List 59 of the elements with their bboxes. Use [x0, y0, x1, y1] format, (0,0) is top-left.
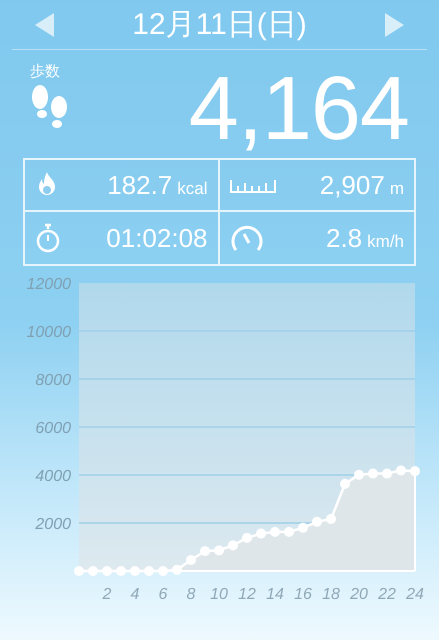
- data-point: [326, 514, 336, 524]
- data-point: [396, 465, 406, 476]
- data-point: [200, 546, 210, 556]
- x-tick-label: 10: [210, 586, 228, 603]
- x-tick-label: 16: [294, 586, 312, 603]
- x-tick-label: 24: [406, 586, 424, 603]
- stat-unit: km/h: [367, 233, 404, 250]
- data-point: [88, 566, 98, 576]
- x-tick-label: 20: [350, 586, 368, 603]
- y-tick-label: 12000: [26, 276, 71, 293]
- data-point: [172, 564, 182, 575]
- y-tick-label: 2000: [35, 516, 71, 533]
- data-point: [340, 478, 350, 489]
- stat-unit: kcal: [177, 180, 208, 197]
- data-point: [382, 468, 392, 479]
- data-point: [270, 526, 280, 537]
- data-point: [158, 566, 168, 576]
- data-point: [144, 566, 154, 576]
- data-point: [354, 470, 364, 480]
- data-point: [116, 566, 126, 576]
- x-tick-label: 8: [186, 586, 196, 603]
- x-tick-label: 14: [266, 586, 284, 603]
- x-tick-label: 18: [322, 586, 340, 603]
- stat-unit: m: [390, 180, 404, 197]
- data-point: [298, 522, 308, 533]
- x-tick-label: 2: [102, 586, 112, 603]
- data-point: [130, 566, 140, 576]
- steps-label: 歩数: [30, 64, 60, 79]
- footprints-icon: [30, 83, 70, 131]
- data-point: [284, 526, 294, 537]
- data-point: [228, 540, 238, 550]
- stat-value: 182.7: [107, 172, 172, 198]
- x-tick-label: 6: [158, 586, 168, 603]
- data-point: [410, 466, 420, 476]
- x-tick-label: 12: [238, 586, 256, 603]
- data-point: [186, 554, 196, 565]
- speedometer-icon: [230, 224, 264, 252]
- data-point: [102, 566, 112, 576]
- stopwatch-icon: [35, 223, 61, 253]
- y-tick-label: 4000: [35, 468, 71, 485]
- y-tick-label: 8000: [35, 372, 71, 389]
- date-title: 12月11日(日): [132, 10, 307, 40]
- data-point: [256, 528, 266, 539]
- data-point: [74, 566, 84, 576]
- data-point: [312, 516, 322, 527]
- data-point: [368, 468, 378, 479]
- x-tick-label: 4: [130, 586, 140, 603]
- x-tick-label: 22: [378, 586, 396, 603]
- ruler-icon: [230, 177, 276, 193]
- next-day-button[interactable]: [383, 12, 405, 38]
- stat-value: 2.8: [326, 225, 362, 251]
- y-tick-label: 10000: [26, 324, 71, 341]
- y-tick-label: 6000: [35, 420, 71, 437]
- data-point: [242, 532, 252, 543]
- previous-day-button[interactable]: [34, 12, 56, 38]
- stat-value: 01:02:08: [106, 225, 208, 251]
- stat-value: 2,907: [320, 172, 385, 198]
- data-point: [214, 545, 224, 556]
- step-count: 4,164: [188, 64, 409, 154]
